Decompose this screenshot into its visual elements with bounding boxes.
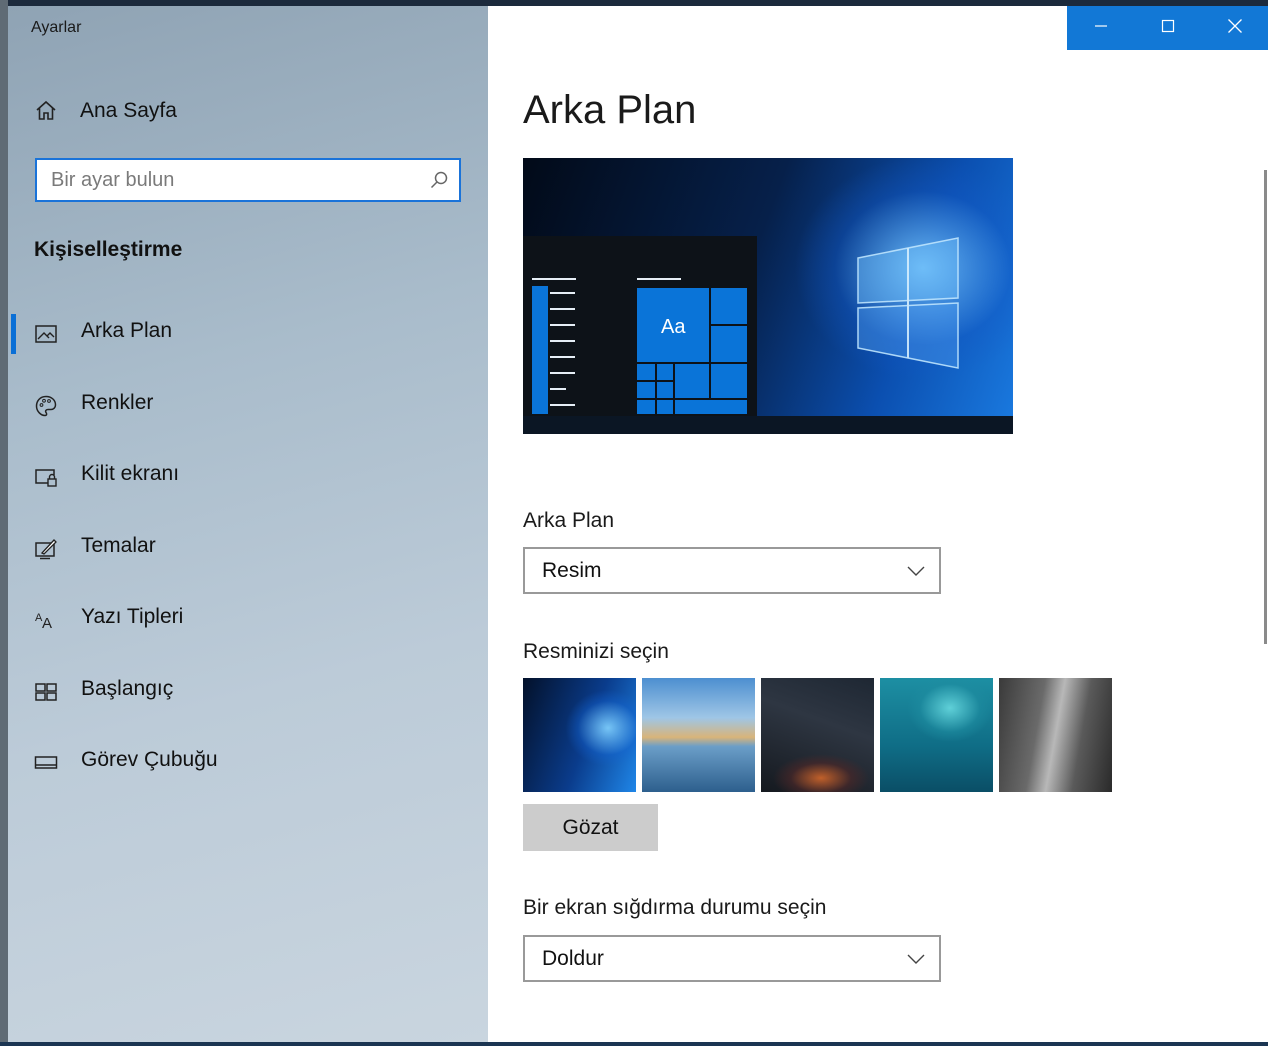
preview-menu-line <box>550 292 575 294</box>
background-type-dropdown[interactable]: Resim <box>523 547 941 594</box>
rock-cliff-thumbnail[interactable] <box>999 678 1112 792</box>
home-icon <box>34 99 58 123</box>
taskbar-icon <box>34 751 58 775</box>
close-button[interactable] <box>1201 6 1268 50</box>
section-title: Kişiselleştirme <box>34 238 183 261</box>
maximize-icon <box>1161 19 1175 38</box>
sidebar-item-colors[interactable]: Renkler <box>8 370 488 442</box>
fit-value: Doldur <box>542 947 604 970</box>
sidebar-item-label: Renkler <box>81 390 154 414</box>
sidebar-item-label: Yazı Tipleri <box>81 605 184 628</box>
background-type-label: Arka Plan <box>523 509 615 532</box>
page-title: Arka Plan <box>523 88 697 132</box>
themes-icon <box>34 537 58 561</box>
svg-text:A: A <box>42 615 52 632</box>
app-title: Ayarlar <box>31 19 82 36</box>
choose-picture-label: Resminizi seçin <box>523 640 669 663</box>
windows-hero-thumbnail[interactable] <box>523 678 636 792</box>
sidebar-item-taskbar[interactable]: Görev Çubuğu <box>8 727 488 799</box>
preview-tiles: Aa <box>637 288 747 414</box>
sidebar-item-label: Arka Plan <box>81 319 173 342</box>
preview-menu-line <box>550 356 575 358</box>
preview-menu-line <box>550 404 575 406</box>
scrollbar[interactable] <box>1264 170 1267 644</box>
fit-label: Bir ekran sığdırma durumu seçin <box>523 896 827 919</box>
background-preview: Aa <box>523 158 1013 434</box>
underwater-swimmer-thumbnail[interactable] <box>880 678 993 792</box>
preview-start-menu: Aa <box>523 236 757 416</box>
start-icon <box>34 680 58 704</box>
preview-menu-line <box>532 278 576 280</box>
sidebar-item-fonts[interactable]: AA Yazı Tipleri <box>8 584 488 656</box>
beach-rocks-thumbnail[interactable] <box>642 678 755 792</box>
fit-dropdown[interactable]: Doldur <box>523 935 941 982</box>
sidebar: Ayarlar Ana Sayfa Kişiselleştirme Arka P… <box>8 6 488 1042</box>
preview-menu-line <box>637 278 681 280</box>
window-controls <box>1067 6 1268 50</box>
window-bottom-border <box>0 1042 1268 1046</box>
sidebar-item-label: Görev Çubuğu <box>81 748 218 771</box>
sidebar-nav: Arka Plan Renkler Kilit ekranı Temalar A… <box>8 298 488 799</box>
close-icon <box>1227 18 1243 39</box>
preview-menu-strip <box>532 286 548 414</box>
home-nav-item[interactable]: Ana Sayfa <box>34 96 177 126</box>
sidebar-item-lock-screen[interactable]: Kilit ekranı <box>8 441 488 513</box>
preview-menu-line <box>550 324 575 326</box>
picture-icon <box>34 322 58 346</box>
sidebar-item-label: Kilit ekranı <box>81 462 180 485</box>
chevron-down-icon <box>907 952 925 970</box>
search-icon[interactable] <box>429 170 449 195</box>
preview-menu-line <box>550 340 575 342</box>
preview-menu-line <box>550 372 575 374</box>
preview-menu-line <box>550 308 575 310</box>
sidebar-item-label: Temalar <box>81 533 156 557</box>
fonts-icon: AA <box>34 608 58 632</box>
windows-logo-glow <box>857 237 959 369</box>
background-type-value: Resim <box>542 559 602 582</box>
preview-menu-line <box>550 388 566 390</box>
minimize-button[interactable] <box>1067 6 1134 50</box>
picture-thumbnails <box>523 678 1112 792</box>
window-left-border <box>0 0 8 1046</box>
minimize-icon <box>1094 19 1108 38</box>
sidebar-item-start[interactable]: Başlangıç <box>8 656 488 728</box>
preview-taskbar <box>523 416 1013 434</box>
night-sky-tent-thumbnail[interactable] <box>761 678 874 792</box>
preview-tile-text: Aa <box>661 316 686 338</box>
sidebar-item-themes[interactable]: Temalar <box>8 513 488 585</box>
browse-button[interactable]: Gözat <box>523 804 658 851</box>
home-label: Ana Sayfa <box>80 99 177 122</box>
search-box[interactable] <box>35 158 461 202</box>
chevron-down-icon <box>907 564 925 582</box>
sidebar-item-background[interactable]: Arka Plan <box>8 298 488 370</box>
palette-icon <box>34 394 58 418</box>
maximize-button[interactable] <box>1134 6 1201 50</box>
lock-screen-icon <box>34 465 58 489</box>
sidebar-item-label: Başlangıç <box>81 676 174 700</box>
search-input[interactable] <box>51 160 411 200</box>
